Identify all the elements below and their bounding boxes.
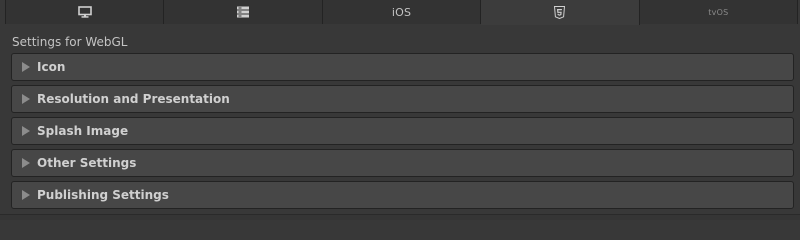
foldout-label: Resolution and Presentation <box>37 92 230 106</box>
foldout-icon[interactable]: Icon <box>11 53 794 81</box>
panel-bottom-divider <box>0 214 800 220</box>
section-title: Settings for WebGL <box>12 35 128 49</box>
foldout-label: Splash Image <box>37 124 129 138</box>
tab-standalone[interactable] <box>5 0 165 24</box>
foldout-resolution-and-presentation[interactable]: Resolution and Presentation <box>11 85 794 113</box>
foldout-label: Publishing Settings <box>37 188 169 202</box>
foldout-publishing-settings[interactable]: Publishing Settings <box>11 181 794 209</box>
tab-ios-label: iOS <box>391 5 412 19</box>
foldout-label: Other Settings <box>37 156 137 170</box>
tab-webgl[interactable] <box>481 0 640 25</box>
foldout-other-settings[interactable]: Other Settings <box>11 149 794 177</box>
tab-dedicated-server[interactable] <box>164 0 323 24</box>
triangle-right-icon <box>22 62 30 72</box>
server-rack-icon <box>236 6 250 18</box>
player-settings-panel: iOS tvOS Settings for WebGL Icon Resolut… <box>0 0 800 220</box>
desktop-monitor-icon <box>77 6 92 18</box>
platform-tab-bar: iOS tvOS <box>5 0 799 25</box>
tab-tvos[interactable]: tvOS <box>639 0 799 24</box>
triangle-right-icon <box>22 158 30 168</box>
tab-ios[interactable]: iOS <box>322 0 482 24</box>
foldout-splash-image[interactable]: Splash Image <box>11 117 794 145</box>
triangle-right-icon <box>22 190 30 200</box>
foldout-list: Icon Resolution and Presentation Splash … <box>11 53 794 213</box>
foldout-label: Icon <box>37 60 66 74</box>
triangle-right-icon <box>22 94 30 104</box>
triangle-right-icon <box>22 126 30 136</box>
tab-tvos-label: tvOS <box>708 7 729 17</box>
html5-icon <box>554 6 566 19</box>
